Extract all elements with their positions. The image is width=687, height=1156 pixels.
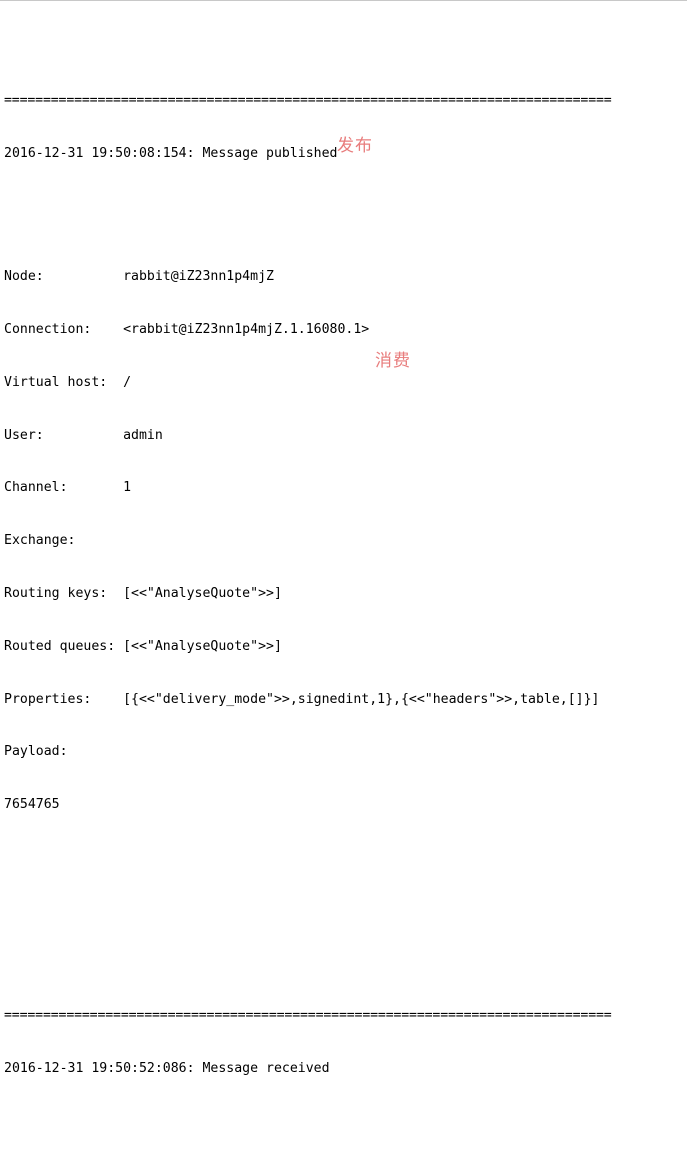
field-user-1: User: admin: [4, 427, 687, 445]
field-virtual-host-1: Virtual host: /: [4, 374, 687, 392]
field-label: User:: [4, 427, 124, 443]
separator-line-1: ========================================…: [4, 93, 612, 109]
field-routed-queues-1: Routed queues: [<<"AnalyseQuote">>]: [4, 638, 687, 656]
field-connection-1: Connection: <rabbit@iZ23nn1p4mjZ.1.16080…: [4, 321, 687, 339]
annotation-publish: 发布: [337, 136, 373, 156]
field-label: Virtual host:: [4, 374, 124, 390]
field-label: Connection:: [4, 322, 124, 338]
field-value: [{<<"delivery_mode">>,signedint,1},{<<"h…: [123, 691, 600, 707]
field-value: rabbit@iZ23nn1p4mjZ: [123, 269, 274, 285]
log-viewport: ========================================…: [0, 0, 687, 1076]
field-node-1: Node: rabbit@iZ23nn1p4mjZ: [4, 268, 687, 286]
field-label: Channel:: [4, 480, 124, 496]
field-exchange-1: Exchange:: [4, 532, 687, 550]
field-label: Payload:: [4, 744, 68, 760]
field-value: /: [123, 374, 132, 390]
field-value: [<<"AnalyseQuote">>]: [123, 586, 282, 601]
field-label: Node:: [4, 269, 124, 285]
message-log: ========================================…: [4, 22, 687, 1156]
field-label: Routed queues:: [4, 638, 124, 654]
annotation-consume: 消费: [375, 351, 411, 371]
field-label: Properties:: [4, 691, 124, 707]
field-value: [<<"AnalyseQuote">>]: [123, 638, 282, 654]
message-header-2: 2016-12-31 19:50:52:086: Message receive…: [4, 1061, 330, 1077]
field-label: Routing keys:: [4, 586, 124, 601]
field-value: <rabbit@iZ23nn1p4mjZ.1.16080.1>: [123, 322, 370, 338]
field-routing-keys-1: Routing keys: [<<"AnalyseQuote">>]: [4, 585, 687, 603]
field-properties-1: Properties: [{<<"delivery_mode">>,signed…: [4, 691, 687, 709]
separator-line-2: ========================================…: [4, 1008, 612, 1024]
field-value: admin: [123, 427, 163, 443]
field-label: Exchange:: [4, 533, 124, 549]
payload-value-1: 7654765: [4, 797, 60, 813]
field-channel-1: Channel: 1: [4, 479, 687, 497]
field-payload-label-1: Payload:: [4, 743, 687, 761]
field-value: 1: [123, 480, 132, 496]
